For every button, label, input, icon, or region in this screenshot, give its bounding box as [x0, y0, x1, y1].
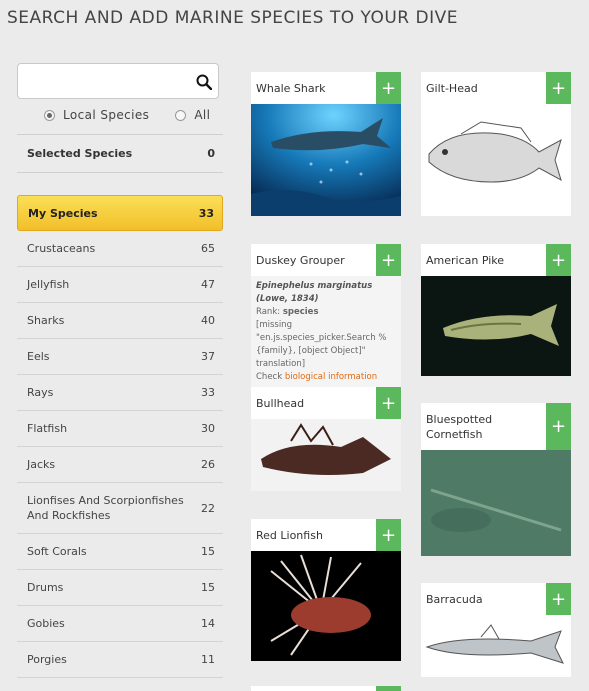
add-species-button[interactable]: + [376, 387, 401, 419]
category-name: Eels [27, 350, 50, 363]
category-name: Jellyfish [27, 278, 70, 291]
selected-species-count: 0 [207, 147, 215, 160]
category-count: 33 [198, 206, 214, 220]
category-name: Rays [27, 386, 54, 399]
species-card-american-pike[interactable]: American Pike + [421, 244, 571, 376]
category-count: 26 [201, 458, 215, 471]
rank-label: Rank: [256, 307, 281, 317]
american-pike-photo [421, 276, 571, 376]
category-list: My Species 33 Crustaceans 65 Jellyfish 4… [17, 195, 223, 678]
species-name: Gilt-Head [426, 81, 478, 95]
species-card-partial[interactable] [251, 686, 401, 691]
add-species-button[interactable]: + [376, 72, 401, 104]
species-name: Duskey Grouper [256, 253, 345, 267]
missing-translation: [missing "en.js.species_picker.Search % … [256, 320, 387, 369]
red-lionfish-photo [251, 551, 401, 661]
category-drums[interactable]: Drums 15 [17, 570, 223, 606]
selected-species-row[interactable]: Selected Species 0 [17, 134, 223, 173]
add-species-button[interactable]: + [376, 519, 401, 551]
category-name: Porgies [27, 653, 67, 666]
barracuda-illustration [421, 615, 571, 677]
category-count: 22 [201, 501, 215, 515]
species-name: Barracuda [426, 592, 483, 606]
category-gobies[interactable]: Gobies 14 [17, 606, 223, 642]
category-name: Gobies [27, 617, 65, 630]
category-count: 47 [201, 278, 215, 291]
category-jacks[interactable]: Jacks 26 [17, 447, 223, 483]
add-species-button[interactable]: + [546, 583, 571, 615]
category-eels[interactable]: Eels 37 [17, 339, 223, 375]
category-my-species[interactable]: My Species 33 [17, 195, 223, 231]
add-species-button[interactable]: + [546, 403, 571, 450]
species-name: Red Lionfish [256, 528, 323, 542]
category-count: 14 [201, 617, 215, 630]
gilt-head-illustration [421, 104, 571, 216]
category-porgies[interactable]: Porgies 11 [17, 642, 223, 678]
add-species-button[interactable]: + [546, 72, 571, 104]
category-count: 37 [201, 350, 215, 363]
species-card-duskey-grouper[interactable]: Duskey Grouper + Epinephelus marginatus … [251, 244, 401, 388]
page-title: SEARCH AND ADD MARINE SPECIES TO YOUR DI… [7, 8, 458, 28]
species-card-whale-shark[interactable]: Whale Shark + [251, 72, 401, 216]
species-name: Whale Shark [256, 81, 326, 95]
category-flatfish[interactable]: Flatfish 30 [17, 411, 223, 447]
category-soft-corals[interactable]: Soft Corals 15 [17, 534, 223, 570]
category-jellyfish[interactable]: Jellyfish 47 [17, 267, 223, 303]
search-input[interactable] [18, 64, 188, 98]
add-species-button[interactable]: + [376, 244, 401, 276]
search-box[interactable] [17, 63, 219, 99]
species-card-bullhead[interactable]: Bullhead + [251, 387, 401, 491]
category-rays[interactable]: Rays 33 [17, 375, 223, 411]
species-scope-filter: Local Species All [44, 108, 236, 122]
category-name: Soft Corals [27, 545, 87, 558]
species-card-barracuda[interactable]: Barracuda + [421, 583, 571, 677]
biological-info-link[interactable]: biological information [285, 372, 377, 382]
species-name: American Pike [426, 253, 505, 267]
all-species-radio[interactable] [175, 109, 187, 121]
species-name: Bluespotted Cornetfish [426, 412, 493, 441]
selected-species-label: Selected Species [27, 147, 133, 160]
bluespotted-cornetfish-photo [421, 450, 571, 556]
species-name: Bullhead [256, 396, 305, 410]
category-name: Sharks [27, 314, 65, 327]
category-name: Lionfises And Scorpionfishes And Rockfis… [27, 494, 184, 522]
category-count: 33 [201, 386, 215, 399]
species-card-red-lionfish[interactable]: Red Lionfish + [251, 519, 401, 661]
category-count: 15 [201, 581, 215, 594]
search-icon[interactable] [196, 74, 212, 90]
local-species-radio[interactable] [44, 109, 55, 121]
category-count: 40 [201, 314, 215, 327]
scientific-name: Epinephelus marginatus (Lowe, 1834) [256, 281, 373, 304]
species-card-gilt-head[interactable]: Gilt-Head + [421, 72, 571, 216]
category-name: Jacks [27, 458, 56, 471]
local-species-label[interactable]: Local Species [63, 108, 149, 122]
check-label: Check [256, 372, 283, 382]
category-sharks[interactable]: Sharks 40 [17, 303, 223, 339]
category-name: My Species [28, 206, 98, 220]
rank-value: species [282, 307, 319, 317]
category-name: Drums [27, 581, 64, 594]
category-count: 11 [201, 653, 215, 666]
add-species-button[interactable]: + [546, 244, 571, 276]
species-info: Epinephelus marginatus (Lowe, 1834) Rank… [251, 276, 401, 388]
category-crustaceans[interactable]: Crustaceans 65 [17, 231, 223, 267]
whale-shark-photo [251, 104, 401, 216]
category-name: Crustaceans [27, 242, 96, 255]
category-count: 65 [201, 242, 215, 255]
all-species-label[interactable]: All [194, 108, 210, 122]
add-species-button[interactable] [376, 686, 401, 691]
category-count: 15 [201, 545, 215, 558]
category-lionfishes[interactable]: Lionfises And Scorpionfishes And Rockfis… [17, 483, 223, 534]
category-name: Flatfish [27, 422, 68, 435]
bullhead-photo [251, 419, 401, 491]
category-count: 30 [201, 422, 215, 435]
species-card-bluespotted-cornetfish[interactable]: Bluespotted Cornetfish + [421, 403, 571, 556]
